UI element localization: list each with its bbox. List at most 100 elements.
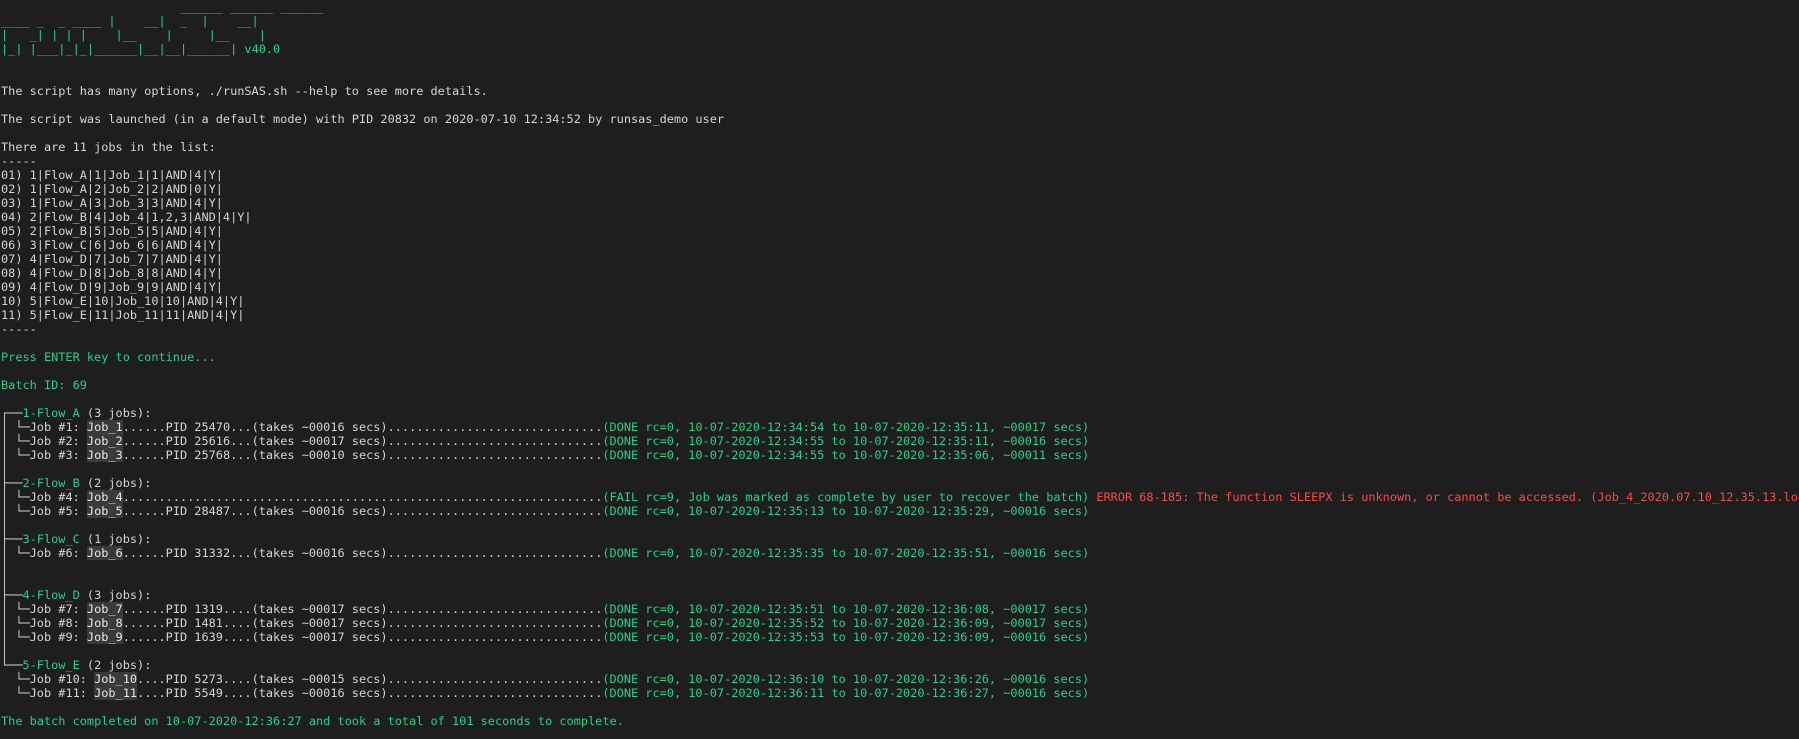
job-name: Job_6 <box>86 546 123 560</box>
tree-spacer: │ <box>1 518 9 532</box>
job-status-fail: (FAIL rc=9, Job was marked as complete b… <box>602 490 1090 504</box>
job-list-item: 03) 1|Flow_A|3|Job_3|3|AND|4|Y| <box>1 196 223 210</box>
job-name: Job_7 <box>86 602 123 616</box>
tree-pipe: │ <box>1 490 16 504</box>
job-progress: ......PID 28487...(takes ~00016 secs)...… <box>122 504 603 518</box>
job-progress: ........................................… <box>122 490 603 504</box>
flow-header: ├──2-Flow_B (2 jobs): <box>1 476 1799 490</box>
job-row: │ └─Job #8: Job_8......PID 1481....(take… <box>1 616 1799 630</box>
job-label: └─Job #4: <box>15 490 87 504</box>
banner-line: ____ _ _ ____ | __| _ | __| <box>1 14 259 28</box>
flow-job-count: (3 jobs): <box>79 406 152 420</box>
job-progress: ......PID 25470...(takes ~00016 secs)...… <box>122 420 603 434</box>
job-name: Job_4 <box>86 490 123 504</box>
tree-spacer: │ <box>1 560 9 574</box>
job-row: │ └─Job #2: Job_2......PID 25616...(take… <box>1 434 1799 448</box>
job-progress: ......PID 1319....(takes ~00017 secs)...… <box>122 602 603 616</box>
tree-branch: └── <box>1 658 23 672</box>
job-label: └─Job #3: <box>15 448 87 462</box>
tree-spacer: │ <box>1 462 9 476</box>
job-label: └─Job #2: <box>15 434 87 448</box>
completion-message: The batch completed on 10-07-2020-12:36:… <box>1 714 624 728</box>
job-progress: ......PID 25768...(takes ~00010 secs)...… <box>122 448 603 462</box>
job-label: └─Job #7: <box>15 602 87 616</box>
flow-header: ├──4-Flow_D (3 jobs): <box>1 588 1799 602</box>
separator: ----- <box>1 322 37 336</box>
job-name: Job_3 <box>86 448 123 462</box>
job-list: 01) 1|Flow_A|1|Job_1|1|AND|4|Y| 02) 1|Flo… <box>1 168 1799 322</box>
tree-spacer: │ <box>1 644 9 658</box>
banner-line: |_| |___|_|_|______|__|__|______| <box>1 42 238 56</box>
banner: ______ ______ ______ ____ _ _ ____ | __|… <box>1 0 1799 56</box>
options-message: The script has many options, ./runSAS.sh… <box>1 84 488 98</box>
tree-pipe: │ <box>1 630 16 644</box>
tree-pipe: │ <box>1 504 16 518</box>
job-name: Job_2 <box>86 434 123 448</box>
job-row: │ └─Job #3: Job_3......PID 25768...(take… <box>1 448 1799 462</box>
banner-line-with-version: |_| |___|_|_|______|__|__|______| v40.0 <box>1 42 1799 56</box>
version-label: v40.0 <box>244 42 281 56</box>
job-status-done: (DONE rc=0, 10-07-2020-12:35:53 to 10-07… <box>602 630 1090 644</box>
tree-branch: ┌── <box>1 406 23 420</box>
job-status-done: (DONE rc=0, 10-07-2020-12:34:54 to 10-07… <box>602 420 1090 434</box>
job-status-done: (DONE rc=0, 10-07-2020-12:36:11 to 10-07… <box>602 686 1090 700</box>
job-status-done: (DONE rc=0, 10-07-2020-12:35:51 to 10-07… <box>602 602 1090 616</box>
job-status-done: (DONE rc=0, 10-07-2020-12:36:10 to 10-07… <box>602 672 1090 686</box>
job-row: │ └─Job #9: Job_9......PID 1639....(take… <box>1 630 1799 644</box>
tree-pipe: │ <box>1 546 16 560</box>
job-row: │ └─Job #6: Job_6......PID 31332...(take… <box>1 546 1799 560</box>
tree-pipe: │ <box>1 434 16 448</box>
flow-name: 4-Flow_D <box>22 588 80 602</box>
job-name: Job_8 <box>86 616 123 630</box>
job-label: └─Job #8: <box>15 616 87 630</box>
job-progress: ......PID 1639....(takes ~00017 secs)...… <box>122 630 603 644</box>
job-error-message: ERROR 68-185: The function SLEEPX is unk… <box>1089 490 1799 504</box>
batch-id: Batch ID: 69 <box>1 378 87 392</box>
job-list-item: 08) 4|Flow_D|8|Job_8|8|AND|4|Y| <box>1 266 223 280</box>
tree-branch: ├── <box>1 588 23 602</box>
job-list-item: 10) 5|Flow_E|10|Job_10|10|AND|4|Y| <box>1 294 245 308</box>
job-row: │ └─Job #1: Job_1......PID 25470...(take… <box>1 420 1799 434</box>
flow-name: 3-Flow_C <box>22 532 80 546</box>
job-progress: ......PID 31332...(takes ~00016 secs)...… <box>122 546 603 560</box>
job-progress: ....PID 5273....(takes ~00015 secs).....… <box>137 672 603 686</box>
tree-spacer: │ <box>1 574 9 588</box>
tree-branch: ├── <box>1 532 23 546</box>
tree-pipe <box>1 672 15 686</box>
flow-name: 2-Flow_B <box>22 476 80 490</box>
job-status-done: (DONE rc=0, 10-07-2020-12:35:35 to 10-07… <box>602 546 1090 560</box>
flow-job-count: (1 jobs): <box>79 532 152 546</box>
continue-prompt: Press ENTER key to continue... <box>1 350 216 364</box>
tree-pipe <box>1 686 15 700</box>
job-label: └─Job #9: <box>15 630 87 644</box>
job-list-item: 04) 2|Flow_B|4|Job_4|1,2,3|AND|4|Y| <box>1 210 252 224</box>
job-progress: ......PID 1481....(takes ~00017 secs)...… <box>122 616 603 630</box>
tree-pipe: │ <box>1 420 16 434</box>
job-row: │ └─Job #7: Job_7......PID 1319....(take… <box>1 602 1799 616</box>
jobs-count-message: There are 11 jobs in the list: <box>1 140 216 154</box>
job-name: Job_1 <box>86 420 123 434</box>
job-row: └─Job #10: Job_10....PID 5273....(takes … <box>1 672 1799 686</box>
flow-header: ┌──1-Flow_A (3 jobs): <box>1 406 1799 420</box>
tree-pipe: │ <box>1 602 16 616</box>
job-name: Job_10 <box>94 672 138 686</box>
job-label: └─Job #5: <box>15 504 87 518</box>
tree-branch: ├── <box>1 476 23 490</box>
job-list-item: 11) 5|Flow_E|11|Job_11|11|AND|4|Y| <box>1 308 245 322</box>
job-list-item: 09) 4|Flow_D|9|Job_9|9|AND|4|Y| <box>1 280 223 294</box>
flow-header: └──5-Flow_E (2 jobs): <box>1 658 1799 672</box>
job-label: └─Job #1: <box>15 420 87 434</box>
flow-job-count: (3 jobs): <box>79 588 152 602</box>
job-label: └─Job #11: <box>15 686 95 700</box>
job-status-done: (DONE rc=0, 10-07-2020-12:34:55 to 10-07… <box>602 434 1090 448</box>
job-list-item: 01) 1|Flow_A|1|Job_1|1|AND|4|Y| <box>1 168 223 182</box>
job-list-item: 02) 1|Flow_A|2|Job_2|2|AND|0|Y| <box>1 182 223 196</box>
job-row: │ └─Job #5: Job_5......PID 28487...(take… <box>1 504 1799 518</box>
flow-job-count: (2 jobs): <box>79 658 152 672</box>
job-name: Job_9 <box>86 630 123 644</box>
job-list-item: 05) 2|Flow_B|5|Job_5|5|AND|4|Y| <box>1 224 223 238</box>
job-label: └─Job #6: <box>15 546 87 560</box>
job-status-done: (DONE rc=0, 10-07-2020-12:34:55 to 10-07… <box>602 448 1090 462</box>
terminal-window[interactable]: ______ ______ ______ ____ _ _ ____ | __|… <box>0 0 1799 739</box>
job-name: Job_5 <box>86 504 123 518</box>
